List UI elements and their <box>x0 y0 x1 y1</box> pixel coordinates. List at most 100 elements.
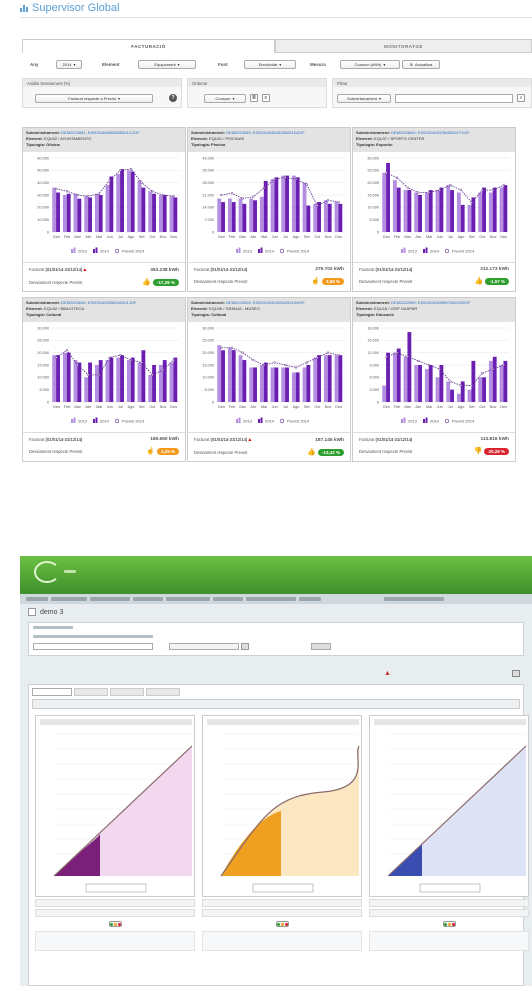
thumb-down-icon: 👎 <box>473 448 483 455</box>
subministrament-value[interactable]: DEM2023651; ES0031408063535001GJOF <box>61 130 139 135</box>
legend-icon <box>114 248 120 254</box>
previst-point <box>220 346 223 349</box>
tab-monitoratge[interactable]: Monitoratge <box>275 39 532 53</box>
legend-icon <box>238 417 241 423</box>
previst-point <box>161 368 165 372</box>
mesura-select[interactable]: Consum (kWh) ▾ <box>340 60 400 69</box>
search-icon[interactable]: ⌕ <box>517 94 525 102</box>
previst-point <box>491 188 495 192</box>
previst-point <box>406 186 409 189</box>
supply-card[interactable]: Subministrament: DEM2023646; ES003140539… <box>22 297 186 462</box>
bar-2013 <box>424 369 429 402</box>
previst-point <box>230 346 234 349</box>
previst-point <box>273 361 276 364</box>
previst-point <box>151 190 154 193</box>
x-tick-label: Oct <box>479 405 486 409</box>
subministrament-value[interactable]: DEM2023646; ES0031405390540001JOF <box>61 300 136 305</box>
previst-point <box>55 356 58 359</box>
y-tick-label: 10.000 <box>367 206 379 210</box>
bar-2013 <box>281 175 286 232</box>
element-label: Element: <box>26 136 43 141</box>
legend-label: 2014 <box>100 419 110 424</box>
supply-card[interactable]: Subministrament: DEM2023553; ES003140812… <box>187 127 351 292</box>
bar-2013 <box>270 367 275 402</box>
chart-title-bar <box>374 719 526 725</box>
monitor-tab[interactable] <box>146 688 180 696</box>
filtrar-select[interactable]: Subministrament ▾ <box>337 93 391 103</box>
previst-point <box>305 183 308 186</box>
x-tick-label: Feb <box>229 405 236 409</box>
bar-2013 <box>217 345 222 402</box>
previst-point <box>417 191 420 194</box>
bar-2013 <box>291 372 296 402</box>
facturat-kwh: 187.145 kWh <box>315 437 344 443</box>
monitor-tab[interactable] <box>110 688 144 696</box>
card-header: Subministrament: DEM2023640; ES003140537… <box>353 128 515 152</box>
y-tick-label: 10.000 <box>37 218 49 222</box>
font-select[interactable]: Electricitat ▾ <box>244 60 296 69</box>
tab-facturacio[interactable]: Facturació <box>22 39 275 53</box>
x-tick-label: Des <box>500 405 507 409</box>
supply-card[interactable]: Subministrament: DEM2023640; ES003140537… <box>352 127 516 292</box>
legend-icon <box>71 249 73 253</box>
subministrament-value[interactable]: DEM2022599; ES0031405059870002HDOF <box>391 300 470 305</box>
previst-point <box>151 373 154 377</box>
legend-label: 2013 <box>243 249 253 254</box>
cumulative-chart <box>369 715 529 897</box>
bar-2013 <box>227 347 232 402</box>
subministrament-value[interactable]: DEM2022626; ES0031405190542001XHOF <box>226 300 305 305</box>
x-tick-label: Nov <box>325 235 332 239</box>
supply-card[interactable]: Subministrament: DEM2022626; ES003140519… <box>187 297 351 462</box>
sort-ascending-icon[interactable]: ≣ <box>250 94 258 102</box>
font-label: Font <box>218 62 228 67</box>
y-tick-label: 5.000 <box>369 218 379 222</box>
supply-card[interactable]: Subministrament: DEM2023651; ES003140806… <box>22 127 186 292</box>
help-icon[interactable]: ? <box>169 94 177 102</box>
legend-icon <box>425 417 428 423</box>
any-label: Any <box>30 62 39 67</box>
bar-2014 <box>130 357 135 402</box>
card-footer: Facturat (01/01/14-31/12/14)▲ 187.145 kW… <box>188 432 350 463</box>
y-tick-label: 10.000 <box>37 376 49 380</box>
x-tick-label: Gen <box>53 405 60 409</box>
bar-2014 <box>418 365 422 402</box>
any-select[interactable]: 2014 ▾ <box>56 60 82 69</box>
subministrament-value[interactable]: DEM2023553; ES0031408126283001DZOF <box>226 130 305 135</box>
analisi-select[interactable]: Facturat respecte a Previst ▾ <box>35 93 154 103</box>
legend-icon <box>95 417 98 423</box>
monitor-tab[interactable] <box>32 688 72 696</box>
filter-input[interactable] <box>395 93 513 103</box>
bar-2013 <box>323 355 328 402</box>
previst-point <box>108 179 111 182</box>
legend-label: 2013 <box>243 419 253 424</box>
bar-2013 <box>478 192 483 232</box>
y-tick-label: 20.000 <box>202 351 214 355</box>
previst-point <box>161 193 165 197</box>
legend-box <box>419 883 481 893</box>
element-label: Element: <box>191 306 208 311</box>
element-select[interactable]: Equipament ▾ <box>138 60 196 69</box>
monitor-tab[interactable] <box>74 688 108 696</box>
sort-descending-icon[interactable]: ≡ <box>262 94 270 102</box>
period-value: (01/01/14-31/12/14) <box>45 267 83 272</box>
bar-chart-svg: 0 10.000 20.000 30.000 40.000 50.000 60.000 Gen… <box>37 156 179 254</box>
bar-2014 <box>306 205 311 232</box>
previst-point <box>438 188 441 192</box>
update-button[interactable]: ⊕ Actualitza <box>402 60 440 69</box>
card-header: Subministrament: DEM2023553; ES003140812… <box>188 128 350 152</box>
bar-2014 <box>221 202 225 232</box>
previst-point <box>417 359 420 363</box>
cumulative-chart-svg <box>40 719 193 893</box>
warning-icon: ▲ <box>82 267 88 273</box>
previst-point <box>470 384 473 387</box>
bar-2013 <box>435 377 440 402</box>
y-tick-label: 30.000 <box>37 193 49 197</box>
legend-label: Previst 2014 <box>287 419 310 424</box>
export-icon[interactable] <box>512 670 520 677</box>
supply-card[interactable]: Subministrament: DEM2022599; ES003140505… <box>352 297 516 462</box>
subministrament-value[interactable]: DEM2023640; ES0031405376650001YVOF <box>391 130 470 135</box>
ordenar-select[interactable]: Consum ▾ <box>204 93 246 103</box>
bar-2013 <box>456 393 461 402</box>
facturat-label: Facturat <box>194 437 210 442</box>
thumb-up-icon: 👍 <box>142 279 151 286</box>
